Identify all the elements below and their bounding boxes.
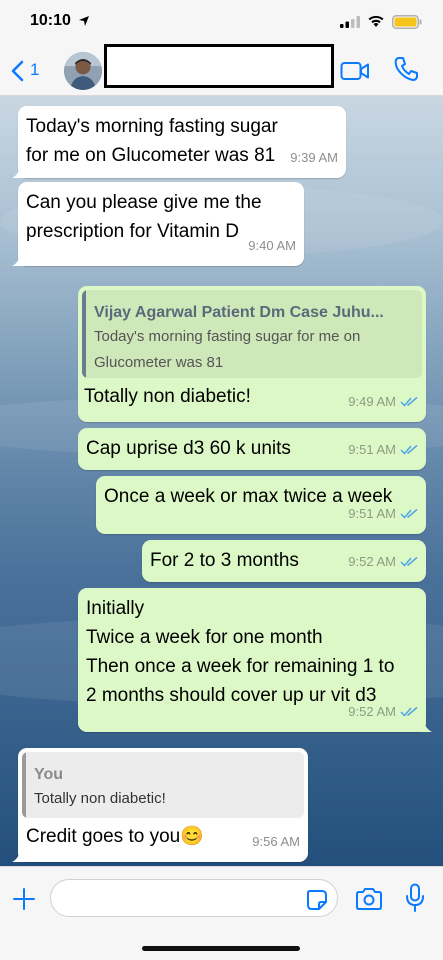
quote-text: Totally non diabetic!	[34, 790, 166, 807]
status-bar: 10:10	[0, 0, 443, 44]
quoted-message[interactable]: You Totally non diabetic!	[22, 752, 304, 818]
message-text-label: Credit goes to you	[26, 826, 181, 847]
chevron-left-icon	[11, 60, 24, 82]
chat-header: 1	[0, 44, 443, 96]
message-time-label: 9:49 AM	[348, 394, 396, 409]
plus-icon[interactable]	[12, 887, 36, 911]
smiling-face-emoji: 😊	[180, 826, 204, 847]
read-receipt-icon	[400, 444, 418, 455]
message-line: Twice a week for one month	[86, 627, 323, 648]
chat-area[interactable]: Today's morning fasting sugar for me on …	[0, 96, 443, 866]
contact-name[interactable]	[104, 44, 334, 88]
quote-author: You	[34, 766, 64, 783]
location-arrow-icon	[79, 16, 89, 26]
message-time-label: 9:52 AM	[348, 554, 396, 569]
bubble-tail	[12, 848, 26, 862]
read-receipt-icon	[400, 706, 418, 717]
message-time: 9:49 AM	[348, 387, 418, 416]
message-line: Then once a week for remaining 1 to	[86, 656, 395, 677]
bubble-tail	[418, 718, 432, 732]
cellular-signal-icon	[340, 16, 360, 28]
back-button[interactable]: 1	[10, 58, 46, 84]
camera-icon[interactable]	[355, 887, 383, 911]
quoted-message[interactable]: Vijay Agarwal Patient Dm Case Juhu... To…	[82, 290, 422, 378]
microphone-icon[interactable]	[405, 883, 425, 913]
read-receipt-icon	[400, 396, 418, 407]
outgoing-message[interactable]: For 2 to 3 months 9:52 AM	[142, 540, 426, 582]
battery-icon	[392, 15, 422, 29]
message-time: 9:39 AM	[290, 150, 338, 165]
incoming-message[interactable]: Today's morning fasting sugar for me on …	[12, 106, 346, 178]
message-time-label: 9:52 AM	[348, 704, 396, 719]
unread-count: 1	[30, 60, 40, 79]
incoming-message[interactable]: Can you please give me the prescription …	[12, 182, 304, 266]
status-time: 10:10	[30, 12, 71, 29]
message-time: 9:56 AM	[252, 834, 300, 849]
message-time: 9:51 AM	[348, 499, 418, 528]
bubble-tail	[12, 164, 26, 178]
sticker-icon[interactable]	[306, 889, 328, 911]
quote-bar	[22, 752, 26, 818]
message-time: 9:51 AM	[348, 435, 418, 464]
message-text: Credit goes to you😊	[26, 822, 204, 851]
message-line: Initially	[86, 598, 145, 619]
message-time: 9:40 AM	[248, 238, 296, 253]
outgoing-message[interactable]: Once a week or max twice a week 9:51 AM	[96, 476, 426, 534]
contact-avatar[interactable]	[64, 52, 102, 90]
message-time-label: 9:51 AM	[348, 506, 396, 521]
message-time-label: 9:51 AM	[348, 442, 396, 457]
message-text: Today's morning fasting sugar for me on …	[26, 116, 278, 166]
outgoing-message[interactable]: Initially Twice a week for one month The…	[78, 588, 432, 732]
bubble-tail	[12, 252, 26, 266]
avatar-image	[64, 52, 102, 90]
quote-author: Vijay Agarwal Patient Dm Case Juhu...	[94, 304, 384, 321]
phone-call-icon[interactable]	[394, 56, 418, 82]
quote-bar	[82, 290, 86, 378]
read-receipt-icon	[400, 508, 418, 519]
home-indicator	[142, 946, 300, 951]
wifi-icon	[368, 15, 384, 27]
video-call-icon[interactable]	[340, 60, 370, 82]
incoming-message[interactable]: You Totally non diabetic! Credit goes to…	[12, 748, 308, 862]
message-time: 9:52 AM	[348, 547, 418, 576]
message-input[interactable]	[50, 879, 338, 917]
quote-text: Today's morning fasting sugar for me on …	[94, 328, 361, 371]
read-receipt-icon	[400, 556, 418, 567]
outgoing-message[interactable]: Vijay Agarwal Patient Dm Case Juhu... To…	[78, 286, 426, 422]
message-time: 9:52 AM	[348, 697, 418, 726]
outgoing-message[interactable]: Cap uprise d3 60 k units 9:51 AM	[78, 428, 426, 470]
message-text: Totally non diabetic!	[84, 386, 251, 407]
